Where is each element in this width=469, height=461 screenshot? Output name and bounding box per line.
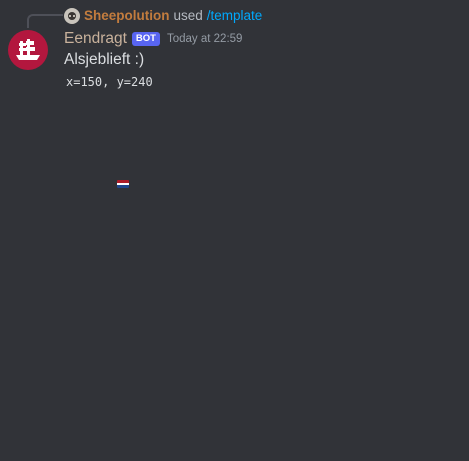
netherlands-flag-icon[interactable] bbox=[117, 180, 129, 188]
command-reply-context[interactable]: Sheepolution used /template bbox=[64, 7, 262, 24]
reply-connector-line bbox=[27, 14, 63, 28]
flag-band-blue bbox=[117, 185, 129, 188]
ship-avatar-icon[interactable] bbox=[8, 30, 48, 70]
message-code-text: x=150, y=240 bbox=[66, 75, 153, 89]
reply-username[interactable]: Sheepolution bbox=[84, 8, 170, 23]
message-text: Alsjeblieft :) bbox=[64, 51, 145, 68]
chat-message-view: Sheepolution used /template Eendragt BOT… bbox=[0, 0, 469, 461]
message-timestamp[interactable]: Today at 22:59 bbox=[167, 33, 242, 45]
reply-used-label: used bbox=[173, 8, 203, 23]
message-author[interactable]: Eendragt bbox=[64, 30, 127, 48]
reply-command[interactable]: /template bbox=[207, 8, 263, 23]
message-header: Eendragt BOT Today at 22:59 bbox=[64, 29, 242, 49]
bot-badge: BOT bbox=[131, 32, 160, 46]
sheep-avatar-icon[interactable] bbox=[64, 7, 80, 24]
